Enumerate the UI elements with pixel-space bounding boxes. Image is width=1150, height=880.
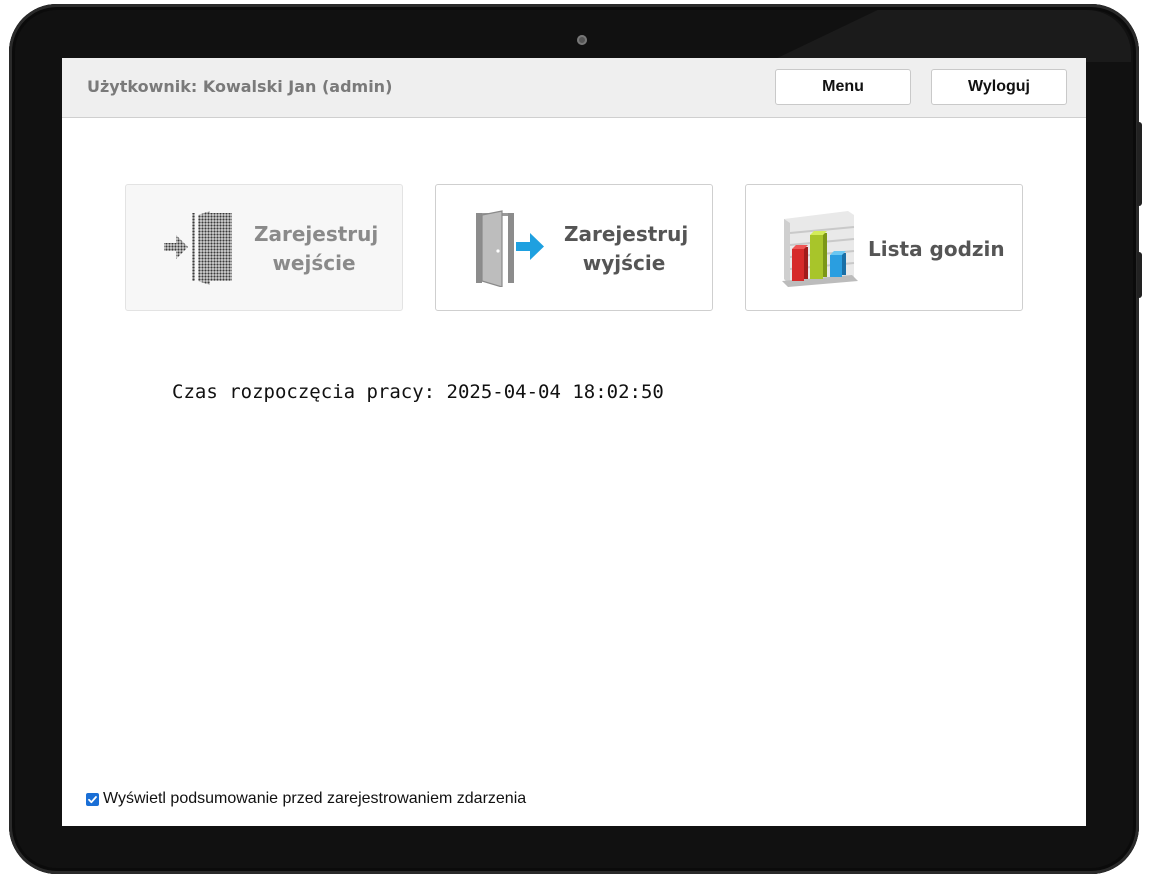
enter-door-icon [164, 211, 232, 285]
register-entry-tile[interactable]: Zarejestruj wejście [125, 184, 403, 311]
top-bar: Użytkownik: Kowalski Jan (admin) Menu Wy… [62, 58, 1086, 118]
user-label: Użytkownik: Kowalski Jan (admin) [87, 77, 393, 96]
summary-checkbox[interactable] [86, 792, 99, 806]
volume-button [1137, 122, 1142, 206]
menu-button[interactable]: Menu [775, 69, 911, 105]
register-entry-label-line1: Zarejestruj [254, 222, 379, 246]
bar-chart-icon [782, 211, 858, 287]
hours-list-label: Lista godzin [868, 237, 1005, 261]
exit-door-icon [476, 210, 544, 287]
register-exit-label-line2: wyjście [582, 251, 666, 275]
register-exit-tile[interactable]: Zarejestruj wyjście [435, 184, 713, 311]
checkmark-icon [88, 795, 97, 803]
work-start-time: Czas rozpoczęcia pracy: 2025-04-04 18:02… [172, 381, 664, 403]
register-exit-label-line1: Zarejestruj [564, 222, 689, 246]
logout-button[interactable]: Wyloguj [931, 69, 1067, 105]
summary-option[interactable]: Wyświetl podsumowanie przed zarejestrowa… [86, 790, 526, 808]
bezel-glare [769, 10, 1131, 62]
camera-icon [577, 35, 587, 45]
hours-list-tile[interactable]: Lista godzin [745, 184, 1023, 311]
app-screen: Użytkownik: Kowalski Jan (admin) Menu Wy… [62, 58, 1086, 826]
power-button [1137, 252, 1142, 298]
register-entry-label-line2: wejście [272, 251, 356, 275]
summary-option-label: Wyświetl podsumowanie przed zarejestrowa… [103, 790, 527, 807]
